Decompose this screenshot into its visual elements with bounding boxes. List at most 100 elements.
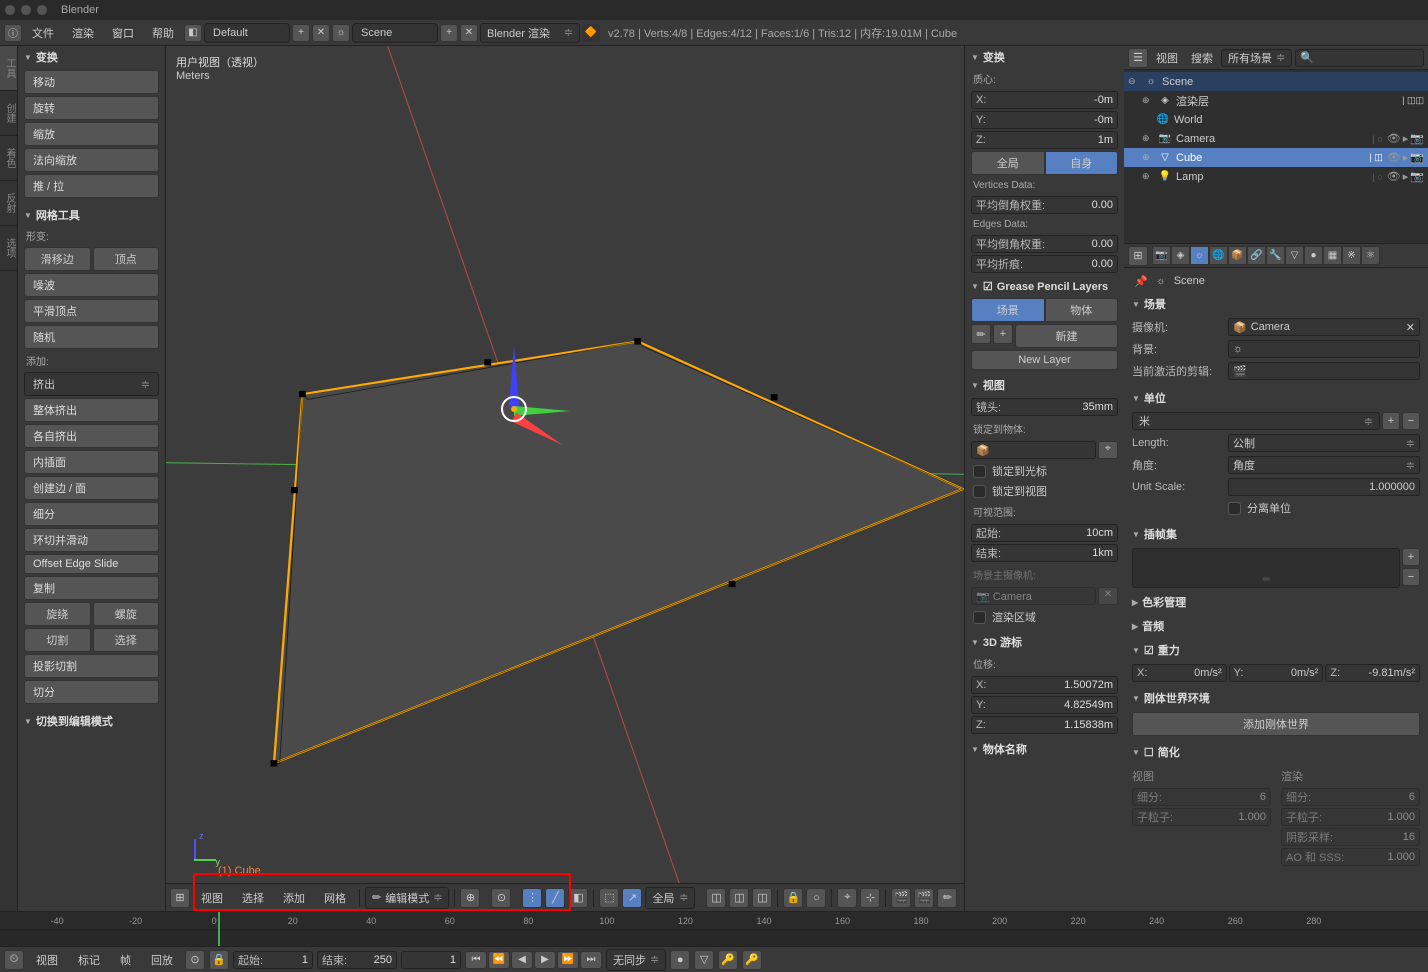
keyset-add-icon[interactable]: + [1402,548,1420,566]
lock-cursor-check[interactable] [973,465,986,478]
extrude-region-button[interactable]: 整体挤出 [24,398,159,422]
tab-constraints-icon[interactable]: 🔗 [1247,246,1266,265]
pivot-point-icon[interactable]: ⊙ [491,888,511,908]
orientation-selector[interactable]: 全局 [645,887,695,909]
editor-type-icon[interactable]: ⓘ [4,24,22,42]
insert-key-icon[interactable]: 🔑 [718,950,738,970]
scene-camera-field[interactable]: 📦Camera✕ [1228,318,1420,336]
simplify-panel-header[interactable]: ☐简化 [1126,740,1426,764]
edge-slide-button[interactable]: 滑移边 [24,247,91,271]
extrude-individual-button[interactable]: 各自挤出 [24,424,159,448]
extrude-dropdown[interactable]: 挤出 [24,372,159,396]
tab-world-icon[interactable]: 🌐 [1209,246,1228,265]
gp-add-icon[interactable]: + [993,324,1013,344]
inset-faces-button[interactable]: 内插面 [24,450,159,474]
layout-add-icon[interactable]: + [292,24,310,42]
vp-menu-add[interactable]: 添加 [275,887,313,909]
vp-menu-select[interactable]: 选择 [234,887,272,909]
menu-help[interactable]: 帮助 [144,22,182,44]
unit-add-icon[interactable]: + [1382,412,1400,430]
shading-mode-icon[interactable]: ⊕ [460,888,480,908]
noise-button[interactable]: 噪波 [24,273,159,297]
tab-scene-icon[interactable]: ☼ [1190,246,1209,265]
transform-panel-header[interactable]: 变换 [18,46,165,68]
scene-panel-header[interactable]: 场景 [1126,292,1426,316]
layout-selector[interactable]: Default [204,23,290,43]
lock-range-icon[interactable]: 🔒 [209,950,229,970]
gp-browse-icon[interactable]: ✏ [971,324,991,344]
editor-type-menu[interactable]: ⊞ [170,888,190,908]
scene-selector[interactable]: Scene [352,23,438,43]
history-panel-header[interactable]: 切换到编辑模式 [18,710,165,732]
outliner-cube[interactable]: Cube [1176,152,1365,164]
render-icon[interactable]: 📷 [1410,132,1424,145]
jump-start-icon[interactable]: ⏮ [465,951,487,969]
make-edge-face-button[interactable]: 创建边 / 面 [24,476,159,500]
tab-shading[interactable]: 着色 [0,136,17,181]
gravity-x[interactable]: X:0m/s² [1132,664,1227,682]
gravity-panel-header[interactable]: ☑重力 [1126,638,1426,662]
gravity-y[interactable]: Y:0m/s² [1229,664,1324,682]
manipulator-ring[interactable] [501,396,527,422]
outliner-camera[interactable]: Camera [1176,133,1369,145]
tab-texture-icon[interactable]: ▦ [1323,246,1342,265]
face-select-icon[interactable]: ◧ [568,888,588,908]
transform-manipulator[interactable] [501,396,527,422]
select-icon[interactable]: ▸ [1403,132,1409,145]
space-global-button[interactable]: 全局 [971,151,1045,175]
smooth-vertex-button[interactable]: 平滑顶点 [24,299,159,323]
spin-button[interactable]: 旋绕 [24,602,91,626]
opengl-anim-icon[interactable]: 🎬 [914,888,934,908]
opengl-render-icon[interactable]: 🎬 [891,888,911,908]
vertex-bevel-weight[interactable]: 平均倒角权重:0.00 [971,196,1118,214]
properties-editor-icon[interactable]: ⊞ [1128,246,1148,266]
median-z[interactable]: Z:1m [971,131,1118,149]
scene-clip-field[interactable]: 🎬 [1228,362,1420,380]
tab-material-icon[interactable]: ● [1304,246,1323,265]
outliner-view-menu[interactable]: 视图 [1151,48,1183,68]
edge-crease[interactable]: 平均折痕:0.00 [971,255,1118,273]
median-y[interactable]: Y:-0m [971,111,1118,129]
tl-frame-menu[interactable]: 帧 [112,949,139,971]
tab-renderlayers-icon[interactable]: ◈ [1171,246,1190,265]
separate-units-check[interactable] [1228,502,1241,515]
cursor-z[interactable]: Z:1.15838m [971,716,1118,734]
gp-header[interactable]: ☑Grease Pencil Layers [965,277,1124,296]
vertex-select-icon[interactable]: ⋮ [522,888,542,908]
sync-mode-dropdown[interactable]: 无同步 [606,949,666,971]
scene-browse-icon[interactable]: ☼ [332,24,350,42]
clip-start-field[interactable]: 起始:10cm [971,524,1118,542]
edge-bevel-weight[interactable]: 平均倒角权重:0.00 [971,235,1118,253]
outliner-search-menu[interactable]: 搜索 [1186,48,1218,68]
scene-bg-field[interactable]: ☼ [1228,340,1420,358]
auto-key-icon[interactable]: ● [670,950,690,970]
menu-file[interactable]: 文件 [24,22,62,44]
tab-create[interactable]: 创建 [0,91,17,136]
vertex-button[interactable]: 顶点 [93,247,160,271]
timeline-editor-icon[interactable]: ⏲ [4,950,24,970]
unit-panel-header[interactable]: 单位 [1126,386,1426,410]
lock-object-field[interactable]: 📦 [971,441,1096,459]
proportional-edit-icon[interactable]: ○ [806,888,826,908]
knife-project-button[interactable]: 投影切割 [24,654,159,678]
unit-preset-dropdown[interactable]: 米 [1132,412,1380,430]
outliner-editor-icon[interactable]: ☰ [1128,48,1148,68]
tl-marker-menu[interactable]: 标记 [70,949,108,971]
render-border-check[interactable] [973,611,986,624]
layout-prev-icon[interactable]: ◧ [184,24,202,42]
clip-end-field[interactable]: 结束:1km [971,544,1118,562]
pin-icon[interactable]: 📌 [1134,275,1148,288]
eye-icon[interactable]: 👁 [1387,170,1401,183]
keyset-remove-icon[interactable]: − [1402,568,1420,586]
tl-playback-menu[interactable]: 回放 [143,949,181,971]
outliner-scene[interactable]: Scene [1162,76,1424,88]
cursor-x[interactable]: X:1.50072m [971,676,1118,694]
mode-selector[interactable]: ✏编辑模式 [365,887,449,909]
tab-reflection[interactable]: 反射 [0,181,17,226]
outliner-search[interactable]: 🔍 [1295,49,1424,67]
delete-key-icon[interactable]: 🔑 [742,950,762,970]
layer-3-icon[interactable]: ◫ [752,888,772,908]
bisect-button[interactable]: 切分 [24,680,159,704]
scale-normal-button[interactable]: 法向缩放 [24,148,159,172]
tab-physics-icon[interactable]: ⚛ [1361,246,1380,265]
